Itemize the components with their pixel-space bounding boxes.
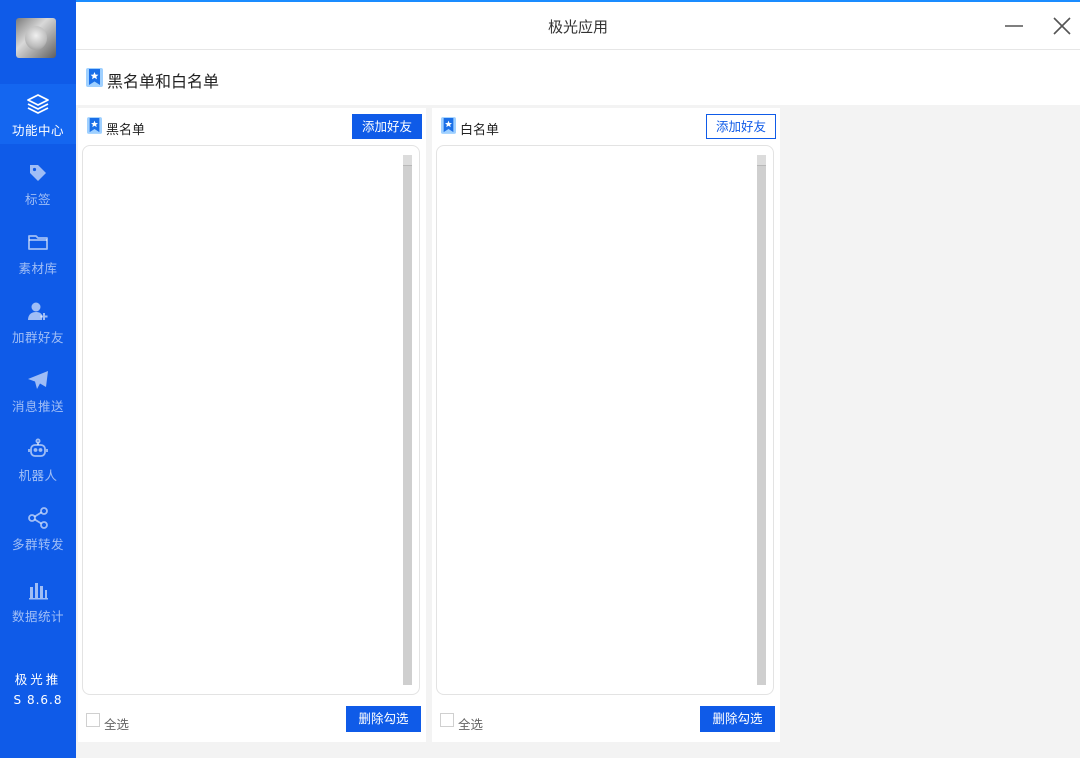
blacklist-add-friend-button[interactable]: 添加好友 [352,114,422,139]
sidebar-item-statistics[interactable]: 数据统计 [0,570,76,630]
blacklist-scrollbar[interactable] [403,155,412,685]
send-icon [28,371,48,389]
close-icon[interactable] [1050,14,1074,38]
blacklist-panel: 黑名单 添加好友 全选 删除勾选 [78,108,426,742]
select-all-label: 全选 [104,717,130,732]
title-bar: 极光应用 [76,2,1080,50]
window-title: 极光应用 [547,18,608,36]
version-label: S 8.6.8 [13,693,63,707]
avatar[interactable] [16,18,56,58]
whitelist-panel: 白名单 添加好友 全选 删除勾选 [432,108,780,742]
whitelist-add-friend-button[interactable]: 添加好友 [706,114,776,139]
bookmark-star-icon [441,117,456,134]
bookmark-star-icon [87,117,102,134]
sidebar-item-label: 加群好友 [11,330,64,345]
layers-icon [27,94,49,114]
sidebar-item-robot[interactable]: 机器人 [0,429,76,489]
select-all-checkbox[interactable] [86,713,100,727]
sidebar-item-label: 标签 [24,192,51,207]
scrollbar-thumb[interactable] [403,155,412,166]
whitelist-scrollbar[interactable] [757,155,766,685]
sidebar-item-multi-group-forward[interactable]: 多群转发 [0,498,76,558]
select-all-checkbox[interactable] [440,713,454,727]
add-user-icon [28,302,48,320]
whitelist-delete-selected-button[interactable]: 删除勾选 [700,706,775,732]
sidebar-item-label: 功能中心 [11,123,64,138]
sidebar-item-function-center[interactable]: 功能中心 [0,84,76,144]
scrollbar-thumb[interactable] [757,155,766,166]
folder-icon [28,235,48,250]
brand-name: 极光推 [14,672,62,687]
sidebar: 功能中心 标签 素材库 加群好友 消息推送 机器人 多群转发 数据统计 极光推 … [0,0,76,758]
sidebar-item-label: 素材库 [18,261,58,276]
sidebar-item-label: 多群转发 [11,537,64,552]
page-header: 黑名单和白名单 [76,50,1080,105]
whitelist-title: 白名单 [460,123,500,138]
blacklist-title: 黑名单 [106,123,146,138]
sidebar-item-label: 机器人 [18,468,58,483]
blacklist-list[interactable] [82,145,420,695]
sidebar-item-label: 消息推送 [11,399,64,414]
sidebar-item-label: 数据统计 [11,609,64,624]
sidebar-item-message-push[interactable]: 消息推送 [0,360,76,420]
whitelist-list[interactable] [436,145,774,695]
tag-icon [30,165,46,181]
sidebar-item-material-library[interactable]: 素材库 [0,222,76,282]
bar-chart-icon [29,583,48,600]
sidebar-item-tags[interactable]: 标签 [0,153,76,213]
sidebar-item-add-group-friends[interactable]: 加群好友 [0,291,76,351]
minimize-icon[interactable] [1002,14,1026,38]
blacklist-delete-selected-button[interactable]: 删除勾选 [346,706,421,732]
select-all-label: 全选 [458,717,484,732]
robot-icon [28,438,48,457]
share-icon [28,507,48,529]
bookmark-star-icon [86,68,103,87]
page-title: 黑名单和白名单 [107,72,220,91]
